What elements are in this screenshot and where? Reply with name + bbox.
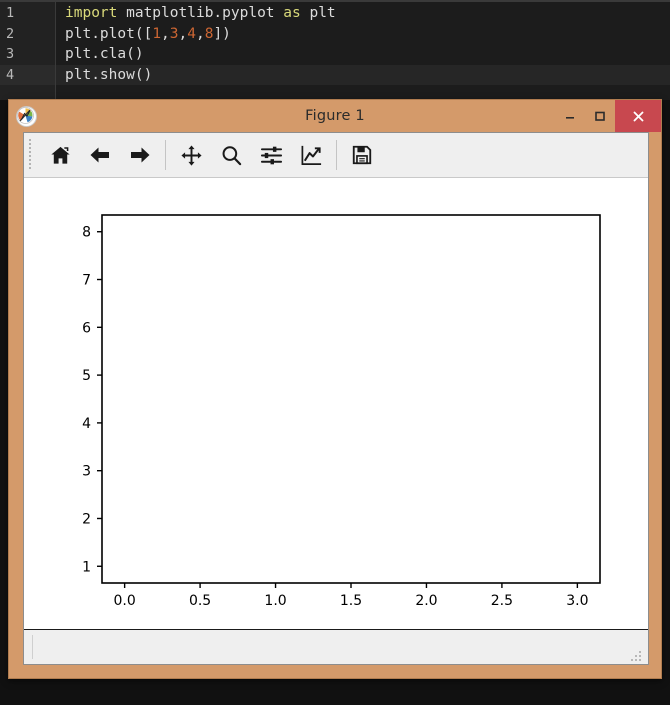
code-token: ,	[195, 25, 205, 42]
pan-button[interactable]	[171, 135, 211, 175]
code-token: matplotlib.pyplot	[117, 5, 284, 21]
toolbar-separator-2	[336, 140, 337, 170]
y-tick-label: 8	[82, 225, 91, 241]
statusbar-divider	[32, 635, 33, 659]
move-icon	[180, 144, 202, 166]
code-token: ,	[161, 25, 170, 42]
axes-spines	[101, 214, 601, 584]
toolbar-drag-handle[interactable]	[27, 138, 36, 172]
code-token: ,	[178, 25, 188, 42]
code-token: 4	[187, 25, 196, 42]
x-tick-label: 0.0	[114, 593, 136, 609]
home-button[interactable]	[40, 135, 80, 175]
editor-code-area[interactable]: import matplotlib.pyplot as plt plt.plot(…	[56, 0, 670, 100]
toolbar-separator	[165, 140, 166, 170]
code-token: import	[65, 5, 118, 21]
window-titlebar[interactable]: Figure 1	[9, 100, 661, 132]
y-tick-label: 6	[82, 320, 91, 336]
figure-toolbar[interactable]	[24, 133, 648, 178]
x-tick-label: 0.5	[189, 593, 211, 609]
y-tick-label: 1	[82, 559, 91, 575]
code-token: plt.plot([	[65, 25, 153, 42]
editor-line-number-gutter: 1 2 3 4	[0, 0, 56, 100]
minimize-button[interactable]	[555, 100, 585, 132]
y-tick-label: 2	[82, 511, 91, 527]
code-token: as	[283, 5, 301, 21]
code-token: plt.show()	[65, 66, 153, 83]
x-tick-label: 1.0	[264, 593, 286, 609]
code-line[interactable]: import matplotlib.pyplot as plt	[56, 3, 670, 24]
arrow-left-icon	[90, 147, 109, 163]
figure-body: 0.0 0.5 1.0 1.5 2.0 2.5 3.0 1 2 3 4 5 6 7 8	[23, 132, 649, 665]
figure-window[interactable]: Figure 1 0.0 0.5 1.0 1.5 2.0 2.5 3.0 1 2…	[8, 99, 662, 679]
code-token: plt.cla()	[65, 46, 144, 62]
line-number: 4	[0, 64, 55, 85]
matplotlib-axes[interactable]: 0.0 0.5 1.0 1.5 2.0 2.5 3.0 1 2 3 4 5 6 7 8	[24, 178, 648, 629]
maximize-button[interactable]	[585, 100, 615, 132]
code-token: ])	[213, 25, 231, 42]
edit-axis-button[interactable]	[291, 135, 331, 175]
sliders-icon	[260, 146, 282, 164]
x-tick-label: 3.0	[566, 593, 588, 609]
code-line[interactable]: plt.cla()	[56, 44, 670, 65]
code-token: 3	[169, 25, 179, 42]
save-button[interactable]	[342, 135, 382, 175]
code-line[interactable]: plt.plot([1,3,4,8])	[56, 24, 670, 45]
y-tick-label: 4	[82, 416, 91, 432]
minimize-icon	[566, 117, 574, 119]
line-number: 2	[6, 25, 15, 42]
configure-subplots-button[interactable]	[251, 135, 291, 175]
zoom-rect-button[interactable]	[211, 135, 251, 175]
code-token: 1	[152, 25, 162, 42]
y-tick-label: 5	[82, 368, 91, 384]
y-tick-label: 3	[82, 464, 91, 480]
line-number: 1	[6, 5, 15, 21]
forward-button[interactable]	[120, 135, 160, 175]
close-button[interactable]	[615, 100, 661, 132]
figure-statusbar	[24, 629, 648, 664]
maximize-icon	[595, 111, 605, 121]
x-tick-label: 2.5	[491, 593, 513, 609]
x-tick-label: 1.5	[340, 593, 362, 609]
code-line[interactable]: plt.show()	[56, 64, 670, 85]
y-tick-label: 7	[82, 273, 91, 289]
x-tick-label: 2.0	[415, 593, 437, 609]
floppy-save-icon	[352, 145, 372, 165]
close-icon	[633, 111, 643, 121]
resize-grip[interactable]	[631, 648, 643, 661]
arrow-right-icon	[131, 147, 150, 163]
code-token: plt	[300, 5, 336, 21]
home-icon	[50, 146, 70, 164]
back-button[interactable]	[80, 135, 120, 175]
magnifier-icon	[222, 145, 241, 165]
window-controls[interactable]	[555, 100, 661, 132]
chart-line-icon	[301, 145, 321, 165]
matplotlib-logo-icon	[16, 106, 37, 127]
line-number: 3	[6, 46, 15, 62]
code-editor[interactable]: 1234 import matplotlib.pyplot as plt plt.…	[0, 0, 670, 100]
figure-canvas[interactable]: 0.0 0.5 1.0 1.5 2.0 2.5 3.0 1 2 3 4 5 6 7 8	[24, 178, 648, 629]
